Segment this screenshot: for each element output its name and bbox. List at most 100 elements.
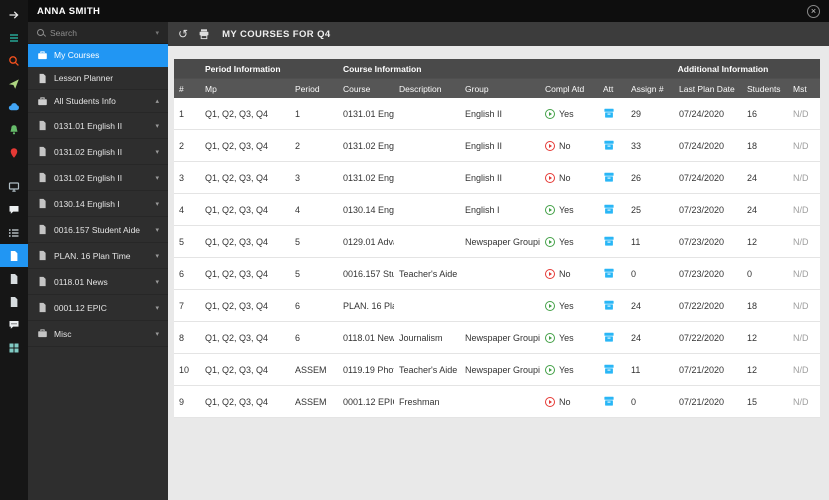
user-name: ANNA SMITH	[37, 5, 101, 17]
sidebar-item-label: All Students Info	[54, 96, 116, 106]
cell-group: Newspaper Grouping	[465, 332, 540, 343]
attendance-icon	[603, 299, 615, 313]
cell-course: 0001.12 EPIC	[343, 396, 394, 407]
chat-icon[interactable]	[0, 198, 28, 221]
cell-att[interactable]	[598, 363, 626, 377]
file-icon	[37, 120, 48, 131]
printer-icon[interactable]	[198, 28, 210, 40]
table-row[interactable]: 8 Q1, Q2, Q3, Q4 6 0118.01 News Journali…	[174, 322, 820, 354]
cell-mp: Q1, Q2, Q3, Q4	[205, 140, 269, 151]
cell-att[interactable]	[598, 331, 626, 345]
compl-status-icon	[545, 396, 555, 407]
sidebar-item-lesson-planner[interactable]: Lesson Planner	[28, 67, 168, 90]
sidebar-item-misc[interactable]: Misc ▾	[28, 321, 168, 347]
sidebar-item-course[interactable]: 0118.01 News ▾	[28, 269, 168, 295]
sidebar-item-course[interactable]: 0130.14 English I ▾	[28, 191, 168, 217]
briefcase-icon	[37, 50, 48, 61]
bell-icon[interactable]	[0, 118, 28, 141]
cell-students: 24	[747, 172, 758, 183]
table-row[interactable]: 5 Q1, Q2, Q3, Q4 5 0129.01 Advanced Writ…	[174, 226, 820, 258]
attendance-icon	[603, 107, 615, 121]
cell-mst: N/D	[793, 236, 809, 247]
cell-att[interactable]	[598, 299, 626, 313]
table-row[interactable]: 9 Q1, Q2, Q3, Q4 ASSEM 0001.12 EPIC Fres…	[174, 386, 820, 418]
cell-last-plan-date: 07/22/2020	[679, 332, 725, 343]
sidebar-item-course[interactable]: 0131.02 English II ▾	[28, 139, 168, 165]
cell-row-number: 4	[179, 204, 185, 215]
cell-students: 12	[747, 364, 758, 375]
cell-mp: Q1, Q2, Q3, Q4	[205, 300, 269, 311]
close-icon[interactable]: ×	[807, 4, 820, 18]
cell-period: 5	[295, 236, 301, 247]
sidebar-item-my-courses[interactable]: My Courses	[28, 44, 168, 67]
sidebar-item-course[interactable]: 0131.01 English II ▾	[28, 113, 168, 139]
cell-group: English II	[465, 172, 503, 183]
sidebar-item-all-students-info[interactable]: All Students Info ▴	[28, 90, 168, 113]
chat-dots-icon[interactable]	[0, 313, 28, 336]
apps-grid-icon[interactable]	[0, 336, 28, 359]
sidebar-item-course[interactable]: 0131.02 English II ▾	[28, 165, 168, 191]
sidebar-item-course[interactable]: 0001.12 EPIC ▾	[28, 295, 168, 321]
attendance-icon	[603, 171, 615, 185]
cell-compl-atd: No	[540, 396, 598, 407]
column-header: Last Plan Date	[679, 83, 735, 94]
compl-status-label: Yes	[559, 204, 574, 215]
briefcase-icon	[37, 96, 48, 107]
compl-status-icon	[545, 268, 555, 279]
sidebar-item-course[interactable]: 0016.157 Student Aide ▾	[28, 217, 168, 243]
cell-students: 24	[747, 204, 758, 215]
send-icon[interactable]	[0, 72, 28, 95]
sidebar-item-label: Lesson Planner	[54, 73, 114, 83]
cell-course: 0118.01 News	[343, 332, 394, 343]
cell-period: ASSEM	[295, 364, 327, 375]
sidebar-item-course[interactable]: PLAN. 16 Plan Time ▾	[28, 243, 168, 269]
cell-att[interactable]	[598, 139, 626, 153]
monitor-icon[interactable]	[0, 175, 28, 198]
document-icon-active[interactable]	[0, 244, 28, 267]
compl-status-icon	[545, 140, 555, 151]
document-icon-2[interactable]	[0, 290, 28, 313]
cell-description: Teacher's Aide	[399, 268, 458, 279]
table-row[interactable]: 4 Q1, Q2, Q3, Q4 4 0130.14 English I Eng…	[174, 194, 820, 226]
map-pin-icon[interactable]	[0, 141, 28, 164]
table-row[interactable]: 7 Q1, Q2, Q3, Q4 6 PLAN. 16 Plan Time Ye…	[174, 290, 820, 322]
column-header: Mst	[793, 83, 807, 94]
cell-mp: Q1, Q2, Q3, Q4	[205, 204, 269, 215]
attendance-icon	[603, 267, 615, 281]
cell-course: 0131.01 English II	[343, 108, 394, 119]
cell-att[interactable]	[598, 171, 626, 185]
cell-last-plan-date: 07/23/2020	[679, 268, 725, 279]
cloud-icon[interactable]	[0, 95, 28, 118]
group-additional-information: Additional Information	[677, 63, 769, 74]
table-row[interactable]: 2 Q1, Q2, Q3, Q4 2 0131.02 English II En…	[174, 130, 820, 162]
chevron-down-icon: ▾	[155, 148, 159, 156]
cell-group: Newspaper Grouping	[465, 236, 540, 247]
cell-att[interactable]	[598, 267, 626, 281]
cell-att[interactable]	[598, 203, 626, 217]
sidebar-item-label: 0131.01 English II	[54, 120, 123, 131]
cell-att[interactable]	[598, 235, 626, 249]
compl-status-icon	[545, 172, 555, 183]
table-row[interactable]: 10 Q1, Q2, Q3, Q4 ASSEM 0119.19 Photo Jo…	[174, 354, 820, 386]
document-icon[interactable]	[0, 267, 28, 290]
menu-icon[interactable]	[0, 26, 28, 49]
arrow-right-icon[interactable]	[0, 3, 28, 26]
search-icon[interactable]	[0, 49, 28, 72]
sidebar-item-label: 0001.12 EPIC	[54, 302, 107, 313]
cell-att[interactable]	[598, 395, 626, 409]
sidebar-item-label: PLAN. 16 Plan Time	[54, 250, 131, 261]
table-row[interactable]: 6 Q1, Q2, Q3, Q4 5 0016.157 Student Aide…	[174, 258, 820, 290]
column-header: Att	[603, 83, 614, 94]
file-icon	[37, 302, 48, 313]
cell-att[interactable]	[598, 107, 626, 121]
cell-description: Journalism	[399, 332, 443, 343]
search-input[interactable]: Search ▾	[28, 22, 168, 44]
cell-row-number: 2	[179, 140, 185, 151]
list-icon[interactable]	[0, 221, 28, 244]
table-row[interactable]: 1 Q1, Q2, Q3, Q4 1 0131.01 English II En…	[174, 98, 820, 130]
table-row[interactable]: 3 Q1, Q2, Q3, Q4 3 0131.02 English II En…	[174, 162, 820, 194]
compl-status-icon	[545, 236, 555, 247]
cell-last-plan-date: 07/22/2020	[679, 300, 725, 311]
cell-mp: Q1, Q2, Q3, Q4	[205, 396, 269, 407]
back-icon[interactable]: ↺	[178, 28, 188, 40]
